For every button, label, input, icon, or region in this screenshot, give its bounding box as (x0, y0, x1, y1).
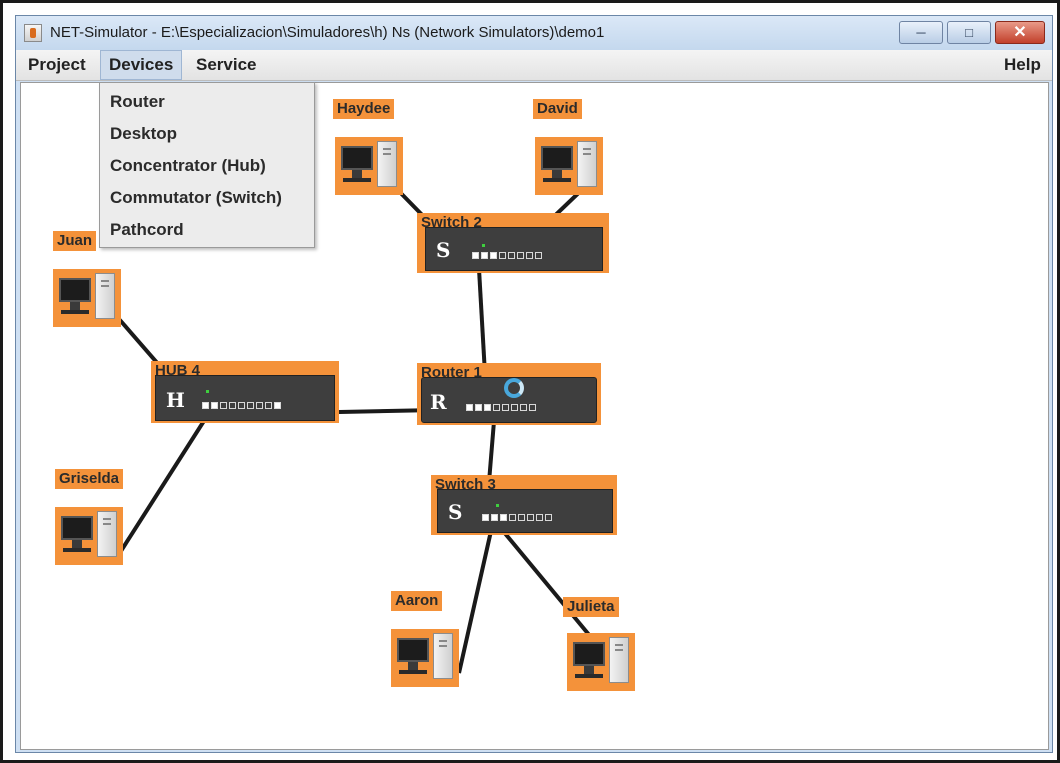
switch-ports (482, 514, 554, 532)
hub-ports (202, 402, 283, 420)
device-label: Haydee (333, 99, 395, 119)
maximize-button[interactable]: □ (947, 21, 991, 44)
desktop-icon (335, 137, 403, 195)
router-activity-icon (504, 378, 524, 398)
device-label: Julieta (563, 597, 619, 617)
hub-letter: H (166, 388, 185, 412)
screenshot-frame: NET-Simulator - E:\Especializacion\Simul… (0, 0, 1060, 763)
menu-item-pathcord[interactable]: Pathcord (110, 217, 184, 243)
device-highlight: Switch 2 S (417, 213, 609, 273)
router-body: R (421, 377, 597, 423)
switch-body: S (425, 227, 603, 271)
desktop-icon (567, 633, 635, 691)
router-ports (466, 404, 538, 422)
device-label: David (533, 99, 582, 119)
desktop-icon (391, 629, 459, 687)
menu-service[interactable]: Service (188, 50, 265, 80)
close-icon: ✕ (1013, 24, 1027, 41)
menu-item-commutator-switch[interactable]: Commutator (Switch) (110, 185, 282, 211)
device-label: Griselda (55, 469, 124, 489)
activity-led (482, 244, 485, 247)
device-label: Aaron (391, 591, 443, 611)
switch-letter: S (448, 500, 463, 524)
pathcord-griselda-hub[interactable] (119, 411, 211, 553)
menu-item-desktop[interactable]: Desktop (110, 121, 177, 147)
java-app-icon (24, 24, 42, 42)
minimize-button[interactable]: ─ (899, 21, 943, 44)
device-highlight: Router 1 R (417, 363, 601, 425)
devices-dropdown: Router Desktop Concentrator (Hub) Commut… (99, 82, 315, 248)
maximize-icon: □ (965, 25, 973, 40)
device-highlight: Switch 3 S (431, 475, 617, 535)
menu-help[interactable]: Help (996, 50, 1049, 80)
pathcord-switch3-aaron[interactable] (457, 530, 493, 674)
title-bar[interactable]: NET-Simulator - E:\Especializacion\Simul… (16, 16, 1052, 50)
desktop-icon (535, 137, 603, 195)
window-title: NET-Simulator - E:\Especializacion\Simul… (50, 24, 605, 41)
device-highlight: HUB 4 H (151, 361, 339, 423)
activity-led (206, 390, 209, 393)
device-label: Juan (53, 231, 97, 251)
menu-project[interactable]: Project (20, 50, 94, 80)
desktop-icon (53, 269, 121, 327)
minimize-icon: ─ (916, 25, 926, 40)
router-letter: R (430, 390, 447, 414)
desktop-icon (55, 507, 123, 565)
hub-body: H (155, 375, 335, 421)
switch-ports (472, 252, 544, 270)
switch-body: S (437, 489, 613, 533)
activity-led (496, 504, 499, 507)
app-window: NET-Simulator - E:\Especializacion\Simul… (15, 15, 1053, 753)
menu-item-router[interactable]: Router (110, 89, 165, 115)
menu-devices[interactable]: Devices (100, 50, 183, 80)
menu-item-concentrator-hub[interactable]: Concentrator (Hub) (110, 153, 266, 179)
menu-bar: Project Devices Service Help (16, 50, 1052, 81)
switch-letter: S (436, 238, 451, 262)
close-button[interactable]: ✕ (995, 21, 1045, 44)
